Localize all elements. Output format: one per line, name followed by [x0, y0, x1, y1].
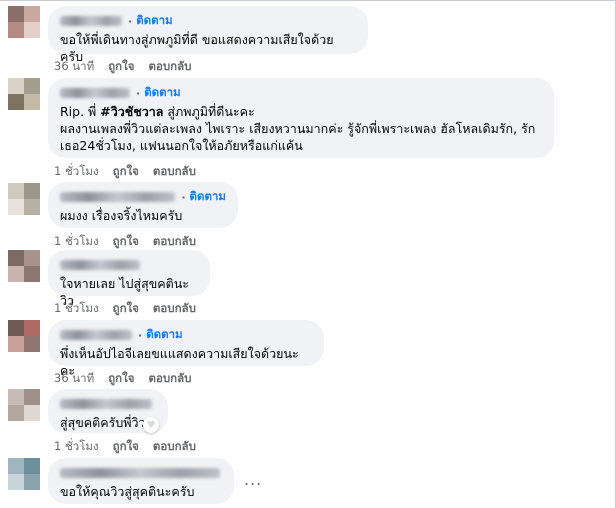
commenter-name[interactable]	[60, 16, 122, 26]
comment-time[interactable]: 36 นาที	[54, 58, 94, 76]
comment-actions: 36 นาที ถูกใจ ตอบกลับ	[54, 58, 191, 76]
follow-button[interactable]: ติดตาม	[144, 84, 180, 102]
reply-button[interactable]: ตอบกลับ	[153, 438, 196, 456]
comment-text: Rip. พี่ #วิวชัชวาล สู่ภพภูมิที่ดีนะคะ ผ…	[60, 104, 536, 153]
commenter-name[interactable]	[60, 399, 152, 409]
more-options-icon[interactable]: ...	[244, 470, 262, 489]
commenter-name[interactable]	[60, 468, 220, 478]
like-button[interactable]: ถูกใจ	[113, 438, 139, 456]
comment-bubble: · ติดตาม ขอให้พี่เดินทางสู่ภพภูมิที่ดี ข…	[48, 6, 368, 64]
follow-button[interactable]: ติดตาม	[136, 12, 172, 30]
comment-actions: 1 ชั่วโมง ถูกใจ ตอบกลับ	[54, 300, 196, 318]
like-button[interactable]: ถูกใจ	[113, 233, 139, 251]
reply-button[interactable]: ตอบกลับ	[153, 300, 196, 318]
reply-button[interactable]: ตอบกลับ	[153, 163, 196, 181]
comment-bubble: ใจหายเลย ไปสู่สุขคตินะวิว	[48, 250, 210, 308]
like-button[interactable]: ถูกใจ	[108, 58, 134, 76]
avatar[interactable]	[8, 320, 40, 352]
reply-button[interactable]: ตอบกลับ	[153, 233, 196, 251]
reply-button[interactable]: ตอบกลับ	[148, 58, 191, 76]
avatar[interactable]	[8, 183, 40, 215]
avatar[interactable]	[8, 6, 40, 38]
avatar[interactable]	[8, 389, 40, 421]
comment-text: ผมงง เรื่องจริ้งไหมครับ	[60, 208, 183, 223]
like-button[interactable]: ถูกใจ	[108, 370, 134, 388]
commenter-name[interactable]	[60, 192, 176, 202]
comment-bubble: · ติดตาม พึ่งเห็นอัปไอจีเลยขแแสดงความเสี…	[48, 320, 324, 378]
avatar[interactable]	[8, 78, 40, 110]
like-button[interactable]: ถูกใจ	[113, 163, 139, 181]
commenter-name[interactable]	[60, 260, 140, 270]
reply-button[interactable]: ตอบกลับ	[148, 370, 191, 388]
like-button[interactable]: ถูกใจ	[113, 300, 139, 318]
avatar[interactable]	[8, 250, 40, 282]
comment-actions: 1 ชั่วโมง ถูกใจ ตอบกลับ	[54, 233, 196, 251]
comment-bubble: ขอให้คุณวิวสู่สุคตินะครับ	[48, 458, 234, 504]
comment-actions: 1 ชั่วโมง ถูกใจ ตอบกลับ	[54, 438, 196, 456]
comment-time[interactable]: 1 ชั่วโมง	[54, 233, 99, 251]
comment-time[interactable]: 36 นาที	[54, 370, 94, 388]
hashtag-link[interactable]: #วิวชัชวาล	[100, 104, 163, 119]
heart-reaction-icon[interactable]: ♥	[143, 417, 159, 433]
avatar[interactable]	[8, 458, 40, 490]
comment-time[interactable]: 1 ชั่วโมง	[54, 163, 99, 181]
comment-bubble: · ติดตาม Rip. พี่ #วิวชัชวาล สู่ภพภูมิที…	[48, 78, 554, 158]
comment-text: สู่สุขคติครับพี่วิว	[60, 415, 146, 430]
comment-text: ขอให้คุณวิวสู่สุคตินะครับ	[60, 484, 195, 499]
comment-time[interactable]: 1 ชั่วโมง	[54, 300, 99, 318]
commenter-name[interactable]	[60, 330, 132, 340]
panel-border-top	[0, 0, 616, 1]
follow-button[interactable]: ติดตาม	[190, 188, 226, 206]
comment-time[interactable]: 1 ชั่วโมง	[54, 438, 99, 456]
follow-button[interactable]: ติดตาม	[146, 326, 182, 344]
comment-actions: 1 ชั่วโมง ถูกใจ ตอบกลับ	[54, 163, 196, 181]
commenter-name[interactable]	[60, 88, 130, 98]
comment-bubble: · ติดตาม ผมงง เรื่องจริ้งไหมครับ	[48, 182, 238, 228]
comment-actions: 36 นาที ถูกใจ ตอบกลับ	[54, 370, 191, 388]
